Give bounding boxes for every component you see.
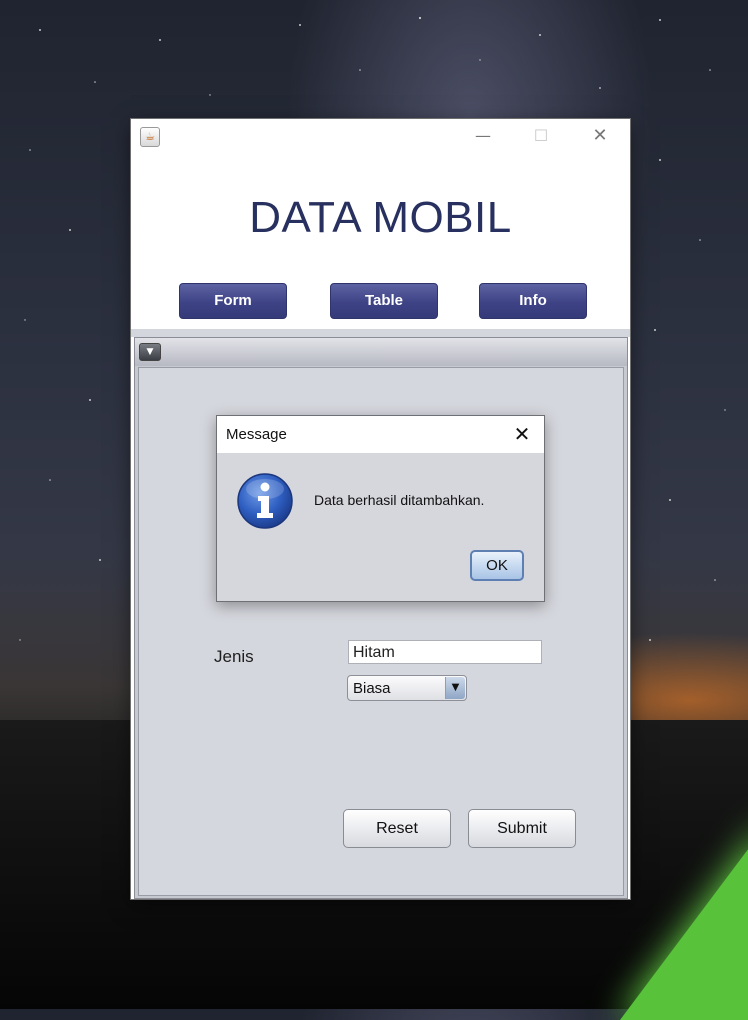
table-tab-button[interactable]: Table bbox=[330, 283, 438, 319]
form-tab-button[interactable]: Form bbox=[179, 283, 287, 319]
info-icon bbox=[237, 473, 293, 529]
dialog-message: Data berhasil ditambahkan. bbox=[314, 492, 485, 508]
warna-field[interactable]: Hitam bbox=[348, 640, 542, 664]
jenis-combobox[interactable]: Biasa ▼ bbox=[347, 675, 467, 701]
dialog-titlebar: Message ✕ bbox=[217, 416, 544, 453]
info-tab-button[interactable]: Info bbox=[479, 283, 587, 319]
jenis-selected-value: Biasa bbox=[353, 680, 391, 697]
dropdown-arrow-icon[interactable]: ▼ bbox=[445, 677, 465, 699]
maximize-button[interactable]: ☐ bbox=[526, 125, 556, 147]
minimize-button[interactable]: — bbox=[468, 125, 498, 147]
internal-frame-titlebar: ▼ bbox=[135, 338, 627, 366]
app-title: DATA MOBIL bbox=[249, 193, 512, 242]
collapse-button[interactable]: ▼ bbox=[139, 343, 161, 361]
reset-button[interactable]: Reset bbox=[343, 809, 451, 848]
ok-button[interactable]: OK bbox=[470, 550, 524, 581]
jenis-label: Jenis bbox=[214, 647, 254, 666]
close-icon[interactable]: ✕ bbox=[510, 422, 534, 446]
message-dialog: Message ✕ Data berhasil ditambahkan. OK bbox=[216, 415, 545, 602]
java-icon: ☕ bbox=[140, 127, 160, 147]
green-tent bbox=[620, 820, 748, 1020]
submit-button[interactable]: Submit bbox=[468, 809, 576, 848]
window-titlebar: ☕ — ☐ ✕ bbox=[131, 119, 630, 153]
header-separator bbox=[131, 329, 630, 337]
close-window-button[interactable]: ✕ bbox=[585, 125, 615, 147]
dialog-title: Message bbox=[226, 426, 287, 443]
